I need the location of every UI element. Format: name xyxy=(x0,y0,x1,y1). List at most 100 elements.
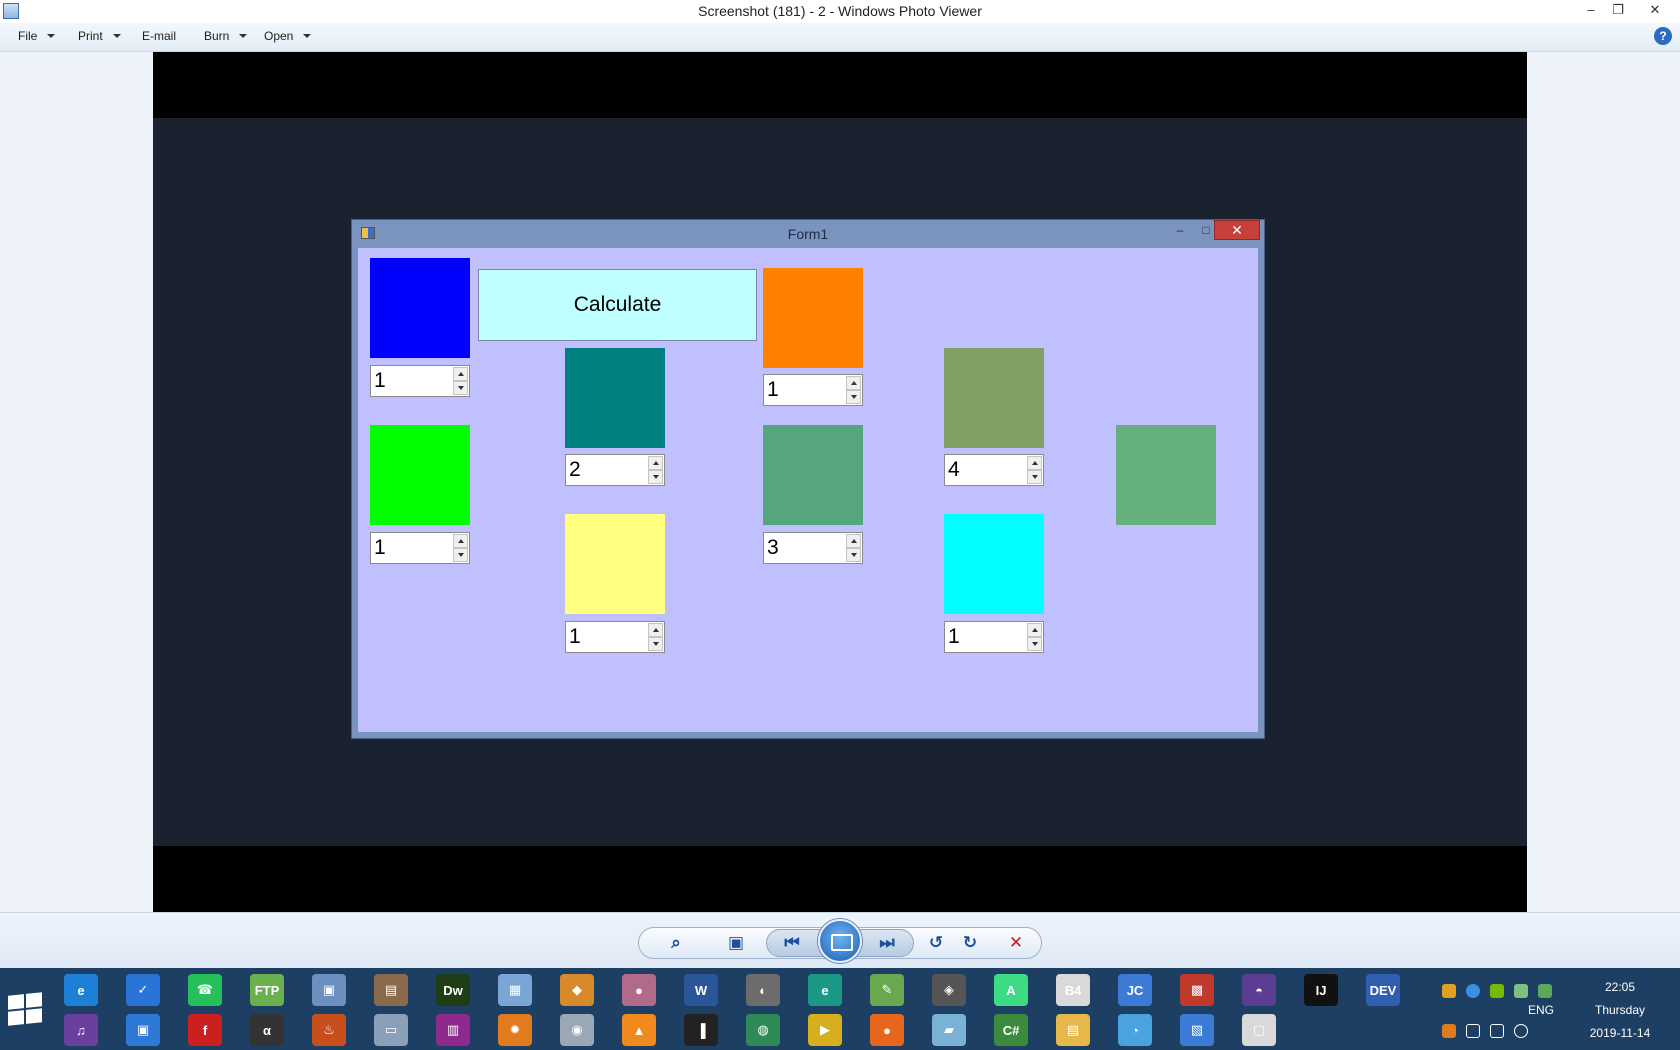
security-icon[interactable] xyxy=(1442,984,1456,998)
restore-button[interactable]: ❐ xyxy=(1603,0,1633,22)
shield-icon[interactable]: ◐ xyxy=(746,974,780,1006)
basic4android-icon[interactable]: B4 xyxy=(1056,974,1090,1006)
disc-icon[interactable]: ● xyxy=(622,974,656,1006)
blocks-icon[interactable]: ▩ xyxy=(1180,974,1214,1006)
calculator-icon[interactable]: ▦ xyxy=(498,974,532,1006)
stepper-up-icon[interactable] xyxy=(648,456,663,470)
word-icon[interactable]: W xyxy=(684,974,718,1006)
stepper-down-icon[interactable] xyxy=(648,470,663,484)
stepper-up-icon[interactable] xyxy=(453,534,468,548)
stepper-down-icon[interactable] xyxy=(846,548,861,562)
usb-icon[interactable] xyxy=(1538,984,1552,998)
whatsapp-icon[interactable]: ☎ xyxy=(188,974,222,1006)
palette-icon[interactable]: ◔ xyxy=(1118,1014,1152,1046)
firefox-icon[interactable]: ● xyxy=(870,1014,904,1046)
language-indicator[interactable]: ENG xyxy=(1528,1003,1554,1017)
intellij-icon[interactable]: IJ xyxy=(1304,974,1338,1006)
file-menu[interactable]: File xyxy=(18,29,56,43)
jcreator-icon[interactable]: JC xyxy=(1118,974,1152,1006)
tasks-icon[interactable]: ✓ xyxy=(126,974,160,1006)
eclipse-icon[interactable]: ◓ xyxy=(1242,974,1276,1006)
stepper-up-icon[interactable] xyxy=(1027,623,1042,637)
info-icon[interactable] xyxy=(1466,984,1480,998)
zoom-icon[interactable]: ⌕ xyxy=(664,933,688,953)
csharp-icon[interactable]: C# xyxy=(994,1014,1028,1046)
rotate-clockwise-icon[interactable]: ↻ xyxy=(958,933,982,953)
java-icon[interactable]: ♨ xyxy=(312,1014,346,1046)
yellow-quantity-stepper[interactable]: 1 xyxy=(565,621,665,653)
volume-icon[interactable] xyxy=(1514,1024,1528,1038)
orange-quantity-stepper[interactable]: 1 xyxy=(763,374,863,406)
stepper-up-icon[interactable] xyxy=(648,623,663,637)
stepper-down-icon[interactable] xyxy=(1027,637,1042,651)
teal-quantity-stepper[interactable]: 2 xyxy=(565,454,665,486)
minimize-button[interactable]: – xyxy=(1576,0,1606,22)
form-maximize-button[interactable]: □ xyxy=(1196,222,1216,240)
cuteftp-icon[interactable]: FTP xyxy=(250,974,284,1006)
penguin-icon[interactable]: ◈ xyxy=(932,974,966,1006)
burn-menu[interactable]: Burn xyxy=(204,29,248,43)
devcpp-icon[interactable]: DEV xyxy=(1366,974,1400,1006)
window-switch-icon[interactable]: ▣ xyxy=(126,1014,160,1046)
print-menu[interactable]: Print xyxy=(78,29,121,43)
form-minimize-button[interactable]: – xyxy=(1170,222,1190,240)
seagreen-quantity-stepper[interactable]: 3 xyxy=(763,532,863,564)
vlc-icon[interactable]: ▲ xyxy=(622,1014,656,1046)
winrar-icon[interactable]: ▥ xyxy=(436,1014,470,1046)
stepper-down-icon[interactable] xyxy=(1027,470,1042,484)
nvidia-icon[interactable] xyxy=(1490,984,1504,998)
camera-icon[interactable]: ◉ xyxy=(560,1014,594,1046)
film-icon[interactable]: ▤ xyxy=(374,974,408,1006)
dreamweaver-icon[interactable]: Dw xyxy=(436,974,470,1006)
next-icon[interactable]: ⏭ xyxy=(875,933,899,953)
disk-icon[interactable]: ▰ xyxy=(932,1014,966,1046)
start-button[interactable] xyxy=(8,992,42,1026)
stepper-down-icon[interactable] xyxy=(648,637,663,651)
close-button[interactable]: ✕ xyxy=(1640,0,1670,22)
help-icon[interactable]: ? xyxy=(1654,27,1672,45)
stepper-up-icon[interactable] xyxy=(1027,456,1042,470)
blue-quantity-stepper[interactable]: 1 xyxy=(370,365,470,397)
rotate-counterclockwise-icon[interactable]: ↺ xyxy=(924,933,948,953)
music-icon[interactable]: ♫ xyxy=(64,1014,98,1046)
stepper-down-icon[interactable] xyxy=(453,381,468,395)
clock-day[interactable]: Thursday xyxy=(1580,1003,1660,1017)
flag-icon[interactable] xyxy=(1466,1024,1480,1038)
previous-icon[interactable]: ⏮ xyxy=(780,933,804,953)
paint-icon[interactable]: ✹ xyxy=(498,1014,532,1046)
paint-bucket-icon[interactable]: ◆ xyxy=(560,974,594,1006)
notepad-plus-icon[interactable]: ✎ xyxy=(870,974,904,1006)
computer-search-icon[interactable]: ▣ xyxy=(312,974,346,1006)
network-icon[interactable] xyxy=(1490,1024,1504,1038)
monitor-icon[interactable]: ▭ xyxy=(374,1014,408,1046)
file-explorer-icon[interactable]: ▤ xyxy=(1056,1014,1090,1046)
piano-icon[interactable]: ▐ xyxy=(684,1014,718,1046)
fit-to-window-icon[interactable]: ▣ xyxy=(724,933,748,953)
flash-icon[interactable]: f xyxy=(188,1014,222,1046)
open-menu[interactable]: Open xyxy=(264,29,312,43)
olive-quantity-stepper[interactable]: 4 xyxy=(944,454,1044,486)
internet-explorer-icon[interactable]: e xyxy=(64,974,98,1006)
stepper-down-icon[interactable] xyxy=(846,390,861,404)
lime-quantity-stepper[interactable]: 1 xyxy=(370,532,470,564)
delete-icon[interactable]: ✕ xyxy=(1004,933,1028,953)
clock-date[interactable]: 2019-11-14 xyxy=(1580,1026,1660,1040)
photo-viewer-icon[interactable]: ▧ xyxy=(1180,1014,1214,1046)
email-button[interactable]: E-mail xyxy=(142,29,176,43)
edge-e-icon[interactable]: e xyxy=(808,974,842,1006)
network-share-icon[interactable] xyxy=(1514,984,1528,998)
form-app-icon[interactable]: ▢ xyxy=(1242,1014,1276,1046)
update-icon[interactable] xyxy=(1442,1024,1456,1038)
stepper-down-icon[interactable] xyxy=(453,548,468,562)
slideshow-icon[interactable] xyxy=(818,919,862,963)
clock-time[interactable]: 22:05 xyxy=(1580,980,1660,994)
calculate-button[interactable]: Calculate xyxy=(478,269,757,341)
cyan-quantity-stepper[interactable]: 1 xyxy=(944,621,1044,653)
video-player-icon[interactable]: ▶ xyxy=(808,1014,842,1046)
alpha-icon[interactable]: α xyxy=(250,1014,284,1046)
stepper-up-icon[interactable] xyxy=(846,534,861,548)
stepper-up-icon[interactable] xyxy=(453,367,468,381)
form-close-button[interactable]: ✕ xyxy=(1214,220,1260,240)
android-studio-icon[interactable]: A xyxy=(994,974,1028,1006)
stepper-up-icon[interactable] xyxy=(846,376,861,390)
